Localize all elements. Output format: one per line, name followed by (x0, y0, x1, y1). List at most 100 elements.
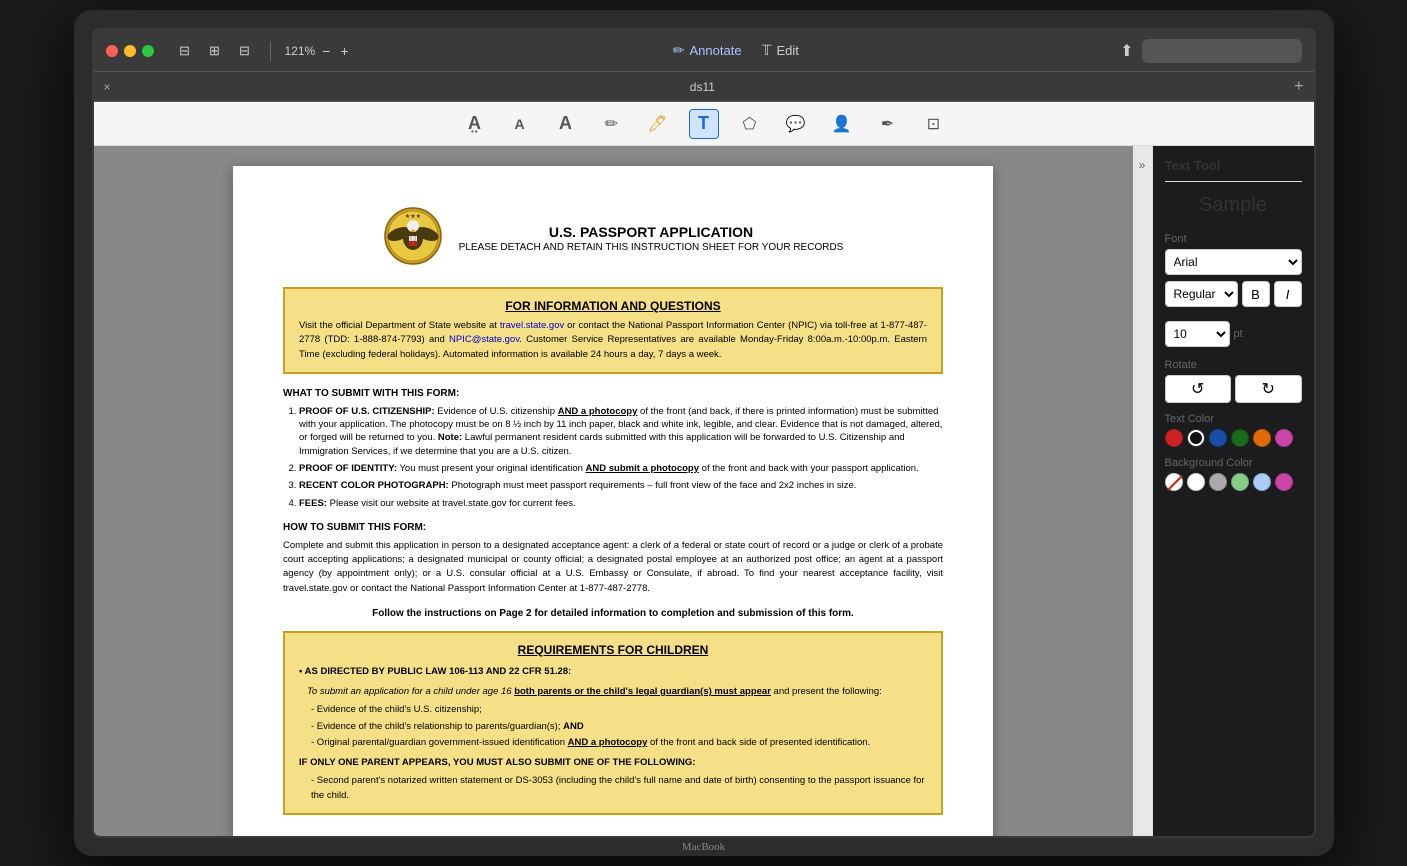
signature-tool[interactable]: ✒ (873, 109, 903, 139)
panel-sample: Sample (1165, 194, 1302, 217)
zoom-in-button[interactable]: + (337, 43, 351, 59)
submit-list: PROOF OF U.S. CITIZENSHIP: Evidence of U… (283, 405, 943, 510)
panel-collapse-button[interactable]: » (1133, 146, 1153, 836)
and-label: AND (563, 721, 584, 732)
bg-lightblue[interactable] (1253, 473, 1271, 491)
size-select[interactable]: 8 10 12 14 16 (1165, 321, 1230, 347)
crop-tool[interactable]: ⊡ (919, 109, 949, 139)
how-body: Complete and submit this application in … (283, 539, 943, 596)
req-items: - Evidence of the child's U.S. citizensh… (299, 703, 927, 750)
search-wrap (1142, 39, 1302, 63)
rotate-row: ↺ ↻ (1165, 375, 1302, 403)
list-item: PROOF OF U.S. CITIZENSHIP: Evidence of U… (299, 405, 943, 458)
right-section: » Text Tool Sample Font Arial Helvetica … (1133, 146, 1314, 836)
italic-label: To submit an application for a child und… (307, 686, 514, 697)
font-select[interactable]: Arial Helvetica Times New Roman Courier (1165, 249, 1302, 275)
bold-button[interactable]: B (1242, 281, 1270, 307)
tab-add-button[interactable]: + (1294, 78, 1303, 96)
color-red[interactable] (1165, 429, 1183, 447)
pencil-tool[interactable]: ✏ (597, 109, 627, 139)
sub-title-text: To submit an application for a child und… (307, 685, 927, 699)
document-subtitle: PLEASE DETACH AND RETAIN THIS INSTRUCTIO… (459, 242, 844, 253)
size-unit: pt (1234, 328, 1243, 340)
sidebar-toggle-icon[interactable]: ⊟ (174, 40, 196, 62)
auto-resize-text-tool[interactable]: A̤ (459, 109, 489, 139)
rotate-cw-button[interactable]: ↻ (1235, 375, 1302, 403)
grid-view-icon[interactable]: ⊞ (204, 40, 226, 62)
item1-heading: PROOF OF U.S. CITIZENSHIP: (299, 406, 435, 417)
color-black[interactable] (1187, 429, 1205, 447)
underline-photocopy: AND a photocopy (558, 406, 638, 417)
pdf-area[interactable]: ★★★ U.S. PASSPORT APPLICATION PLEASE DET… (94, 146, 1133, 836)
color-green[interactable] (1231, 429, 1249, 447)
minimize-window-button[interactable] (124, 45, 136, 57)
bg-pink[interactable] (1275, 473, 1293, 491)
req-item-2: - Evidence of the child's relationship t… (311, 720, 927, 734)
font-label: Font (1165, 233, 1302, 245)
maximize-window-button[interactable] (142, 45, 154, 57)
edit-button[interactable]: 𝕋 Edit (762, 42, 799, 59)
search-input[interactable] (1142, 39, 1302, 63)
req-item-3: - Original parental/guardian government-… (311, 736, 927, 750)
laptop-base: MacBook (92, 838, 1316, 856)
share-icon[interactable]: ⬆ (1120, 41, 1133, 61)
bg-white[interactable] (1187, 473, 1205, 491)
chevron-left-icon: » (1139, 158, 1146, 172)
increase-font-tool[interactable]: A (551, 109, 581, 139)
npic-email-link[interactable]: NPIC@state.gov (449, 334, 519, 345)
right-panel: Text Tool Sample Font Arial Helvetica Ti… (1153, 146, 1314, 836)
annotate-button[interactable]: ✏ Annotate (673, 42, 742, 59)
annotate-pencil-icon: ✏ (673, 42, 685, 59)
submit-section: WHAT TO SUBMIT WITH THIS FORM: PROOF OF … (283, 388, 943, 510)
travel-state-link[interactable]: travel.state.gov (500, 320, 564, 331)
style-select[interactable]: Regular Bold Italic (1165, 281, 1238, 307)
submit-title: WHAT TO SUBMIT WITH THIS FORM: (283, 388, 943, 399)
zoom-out-button[interactable]: − (319, 43, 333, 59)
decrease-font-tool[interactable]: A (505, 109, 535, 139)
comment-tool[interactable]: 💬 (781, 109, 811, 139)
annotation-toolbar: A̤ A A ✏ 🖊 T ⬠ 💬 👤 ✒ ⊡ (94, 102, 1314, 146)
annotate-label: Annotate (690, 43, 742, 58)
highlight-tool[interactable]: 🖊 (643, 109, 673, 139)
rotate-label: Rotate (1165, 359, 1302, 371)
underline-text: both parents or the child's legal guardi… (514, 686, 771, 697)
list-item: AS DIRECTED BY PUBLIC LAW 106-113 AND 22… (299, 665, 927, 679)
underline-submit: AND submit a photocopy (586, 463, 699, 474)
document-title: U.S. PASSPORT APPLICATION (459, 224, 844, 240)
text-color-swatches (1165, 429, 1302, 447)
one-parent-item: - Second parent's notarized written stat… (299, 774, 927, 803)
size-row: 8 10 12 14 16 pt (1165, 321, 1302, 347)
laptop-label: MacBook (682, 841, 725, 853)
color-pink[interactable] (1275, 429, 1293, 447)
view-controls: ⊟ ⊞ ⊟ (174, 40, 256, 62)
zoom-control: 121% − + (285, 43, 352, 59)
list-item: RECENT COLOR PHOTOGRAPH: Photograph must… (299, 479, 943, 492)
tab-title: ds11 (119, 80, 1287, 94)
titlebar: ⊟ ⊞ ⊟ 121% − + ✏ Annotate 𝕋 Edit (94, 30, 1314, 72)
panel-view-icon[interactable]: ⊟ (234, 40, 256, 62)
fees-link[interactable]: travel.state.gov (442, 498, 506, 509)
color-blue[interactable] (1209, 429, 1227, 447)
text-tool[interactable]: T (689, 109, 719, 139)
bg-lightgreen[interactable] (1231, 473, 1249, 491)
zoom-value: 121% (285, 44, 316, 58)
how-link[interactable]: travel.state.gov (283, 583, 347, 594)
note-label: Note: (438, 432, 462, 443)
bg-color-section: Background Color (1165, 457, 1302, 491)
traffic-lights (106, 45, 154, 57)
close-window-button[interactable] (106, 45, 118, 57)
rotate-ccw-button[interactable]: ↺ (1165, 375, 1232, 403)
shape-tool[interactable]: ⬠ (735, 109, 765, 139)
req-title: REQUIREMENTS FOR CHILDREN (299, 643, 927, 657)
bg-none[interactable] (1165, 473, 1183, 491)
stamp-tool[interactable]: 👤 (827, 109, 857, 139)
pdf-page: ★★★ U.S. PASSPORT APPLICATION PLEASE DET… (233, 166, 993, 836)
seal: ★★★ (383, 206, 443, 271)
list-item: FEES: Please visit our website at travel… (299, 497, 943, 510)
color-orange[interactable] (1253, 429, 1271, 447)
tab-close-button[interactable]: × (104, 80, 111, 94)
italic-button[interactable]: I (1274, 281, 1302, 307)
rest-text: and present the following: (771, 686, 882, 697)
how-title: HOW TO SUBMIT THIS FORM: (283, 522, 943, 533)
bg-gray[interactable] (1209, 473, 1227, 491)
